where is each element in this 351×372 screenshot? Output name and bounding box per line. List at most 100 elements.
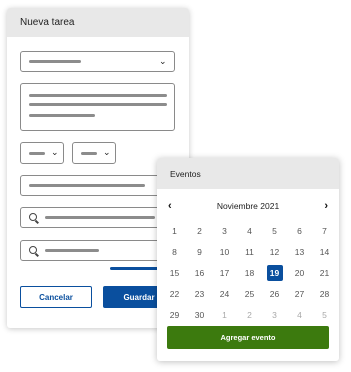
calendar-day[interactable]: 10 — [212, 241, 237, 262]
search-icon — [29, 213, 37, 221]
calendar-day-label: 17 — [219, 267, 230, 278]
calendar-week: 15 16 17 18 19 20 21 — [162, 262, 337, 283]
calendar-day[interactable]: 17 — [212, 262, 237, 283]
calendar-day[interactable]: 6 — [287, 220, 312, 241]
calendar-day[interactable]: 15 — [162, 262, 187, 283]
search-input-1[interactable] — [20, 207, 175, 228]
textarea-line — [29, 94, 167, 97]
calendar-day-label: 4 — [247, 225, 252, 236]
task-type-select[interactable]: ⌄ — [20, 51, 175, 72]
calendar-day-label: 2 — [247, 309, 252, 320]
calendar-day[interactable]: 4 — [237, 220, 262, 241]
calendar-day-label: 4 — [297, 309, 302, 320]
select-placeholder-bar — [29, 152, 45, 155]
calendar-day-label: 18 — [244, 267, 255, 278]
calendar-day[interactable]: 27 — [287, 283, 312, 304]
small-select-2[interactable]: ⌄ — [72, 142, 116, 164]
calendar-day[interactable]: 30 — [187, 304, 212, 325]
calendar-day-label: 29 — [169, 309, 180, 320]
calendar-day[interactable]: 24 — [212, 283, 237, 304]
input-placeholder-bar — [45, 216, 155, 219]
calendar-day[interactable]: 23 — [187, 283, 212, 304]
calendar-day-label: 20 — [294, 267, 305, 278]
month-navigation: ‹ Noviembre 2021 › — [157, 199, 339, 213]
calendar-day[interactable]: 4 — [287, 304, 312, 325]
calendar-day-label: 1 — [222, 309, 227, 320]
calendar-week: 22 23 24 25 26 27 28 — [162, 283, 337, 304]
chevron-down-icon: ⌄ — [103, 147, 111, 157]
calendar-day[interactable]: 26 — [262, 283, 287, 304]
calendar-day[interactable]: 21 — [312, 262, 337, 283]
calendar-grid: 1 2 3 4 5 6 7 8 9 10 11 12 13 14 15 16 17 18 19 20 21 22 23 24 2… — [162, 220, 337, 325]
calendar-day[interactable]: 25 — [237, 283, 262, 304]
calendar-day-label: 8 — [172, 246, 177, 257]
calendar-day[interactable]: 1 — [212, 304, 237, 325]
calendar-day-label: 30 — [194, 309, 205, 320]
calendar-week: 29 30 1 2 3 4 5 — [162, 304, 337, 325]
calendar-day-label: 24 — [219, 288, 230, 299]
calendar-day[interactable]: 1 — [162, 220, 187, 241]
calendar-day-label: 12 — [269, 246, 280, 257]
calendar-day[interactable]: 3 — [262, 304, 287, 325]
events-panel: Eventos ‹ Noviembre 2021 › 1 2 3 4 5 6 7 8 9 10 11… — [157, 158, 339, 361]
calendar-week: 1 2 3 4 5 6 7 — [162, 220, 337, 241]
calendar-day-label: 5 — [272, 225, 277, 236]
events-header: Eventos — [157, 158, 339, 189]
calendar-day-label: 16 — [194, 267, 205, 278]
cancel-button[interactable]: Cancelar — [20, 286, 92, 308]
calendar-day-label: 3 — [222, 225, 227, 236]
calendar-day-label: 26 — [269, 288, 280, 299]
calendar-day[interactable]: 7 — [312, 220, 337, 241]
calendar-day-label: 22 — [169, 288, 180, 299]
calendar-day[interactable]: 11 — [237, 241, 262, 262]
calendar-day[interactable]: 8 — [162, 241, 187, 262]
task-description-textarea[interactable] — [20, 83, 175, 131]
task-text-input[interactable] — [20, 175, 175, 196]
add-event-button[interactable]: Agregar evento — [167, 326, 329, 349]
calendar-day[interactable]: 12 — [262, 241, 287, 262]
chevron-down-icon: ⌄ — [51, 147, 59, 157]
calendar-day-label: 23 — [194, 288, 205, 299]
calendar-day[interactable]: 5 — [312, 304, 337, 325]
select-placeholder-bar — [29, 60, 81, 63]
stage: Nueva tarea ⌄ ⌄ ⌄ Cancelar Guardar Event… — [0, 0, 351, 372]
calendar-day[interactable]: 22 — [162, 283, 187, 304]
chevron-down-icon: ⌄ — [159, 56, 167, 66]
textarea-line — [29, 114, 95, 117]
calendar-day[interactable]: 14 — [312, 241, 337, 262]
chevron-right-icon[interactable]: › — [324, 199, 328, 213]
textarea-line — [29, 103, 167, 106]
calendar-day-label: 6 — [297, 225, 302, 236]
calendar-day-label: 14 — [319, 246, 330, 257]
calendar-day-label: 19 — [266, 264, 283, 281]
search-input-2[interactable] — [20, 240, 175, 261]
calendar-day-selected[interactable]: 19 — [262, 262, 287, 283]
calendar-day[interactable]: 5 — [262, 220, 287, 241]
calendar-day[interactable]: 16 — [187, 262, 212, 283]
calendar-day[interactable]: 18 — [237, 262, 262, 283]
calendar-day-label: 21 — [319, 267, 330, 278]
input-placeholder-bar — [29, 184, 145, 187]
calendar-day[interactable]: 2 — [237, 304, 262, 325]
calendar-week: 8 9 10 11 12 13 14 — [162, 241, 337, 262]
calendar-day-label: 28 — [319, 288, 330, 299]
calendar-day[interactable]: 29 — [162, 304, 187, 325]
new-task-title: Nueva tarea — [20, 17, 75, 28]
calendar-day-label: 15 — [169, 267, 180, 278]
calendar-day[interactable]: 9 — [187, 241, 212, 262]
month-label: Noviembre 2021 — [216, 201, 280, 211]
calendar-day[interactable]: 28 — [312, 283, 337, 304]
calendar-day-label: 2 — [197, 225, 202, 236]
calendar-day-label: 10 — [219, 246, 230, 257]
calendar-day-label: 13 — [294, 246, 305, 257]
calendar-day-label: 3 — [272, 309, 277, 320]
calendar-day-label: 9 — [197, 246, 202, 257]
calendar-day[interactable]: 3 — [212, 220, 237, 241]
calendar-day[interactable]: 20 — [287, 262, 312, 283]
calendar-day-label: 7 — [322, 225, 327, 236]
events-title: Eventos — [170, 168, 201, 179]
calendar-day[interactable]: 2 — [187, 220, 212, 241]
calendar-day[interactable]: 13 — [287, 241, 312, 262]
small-select-1[interactable]: ⌄ — [20, 142, 64, 164]
select-placeholder-bar — [81, 152, 97, 155]
